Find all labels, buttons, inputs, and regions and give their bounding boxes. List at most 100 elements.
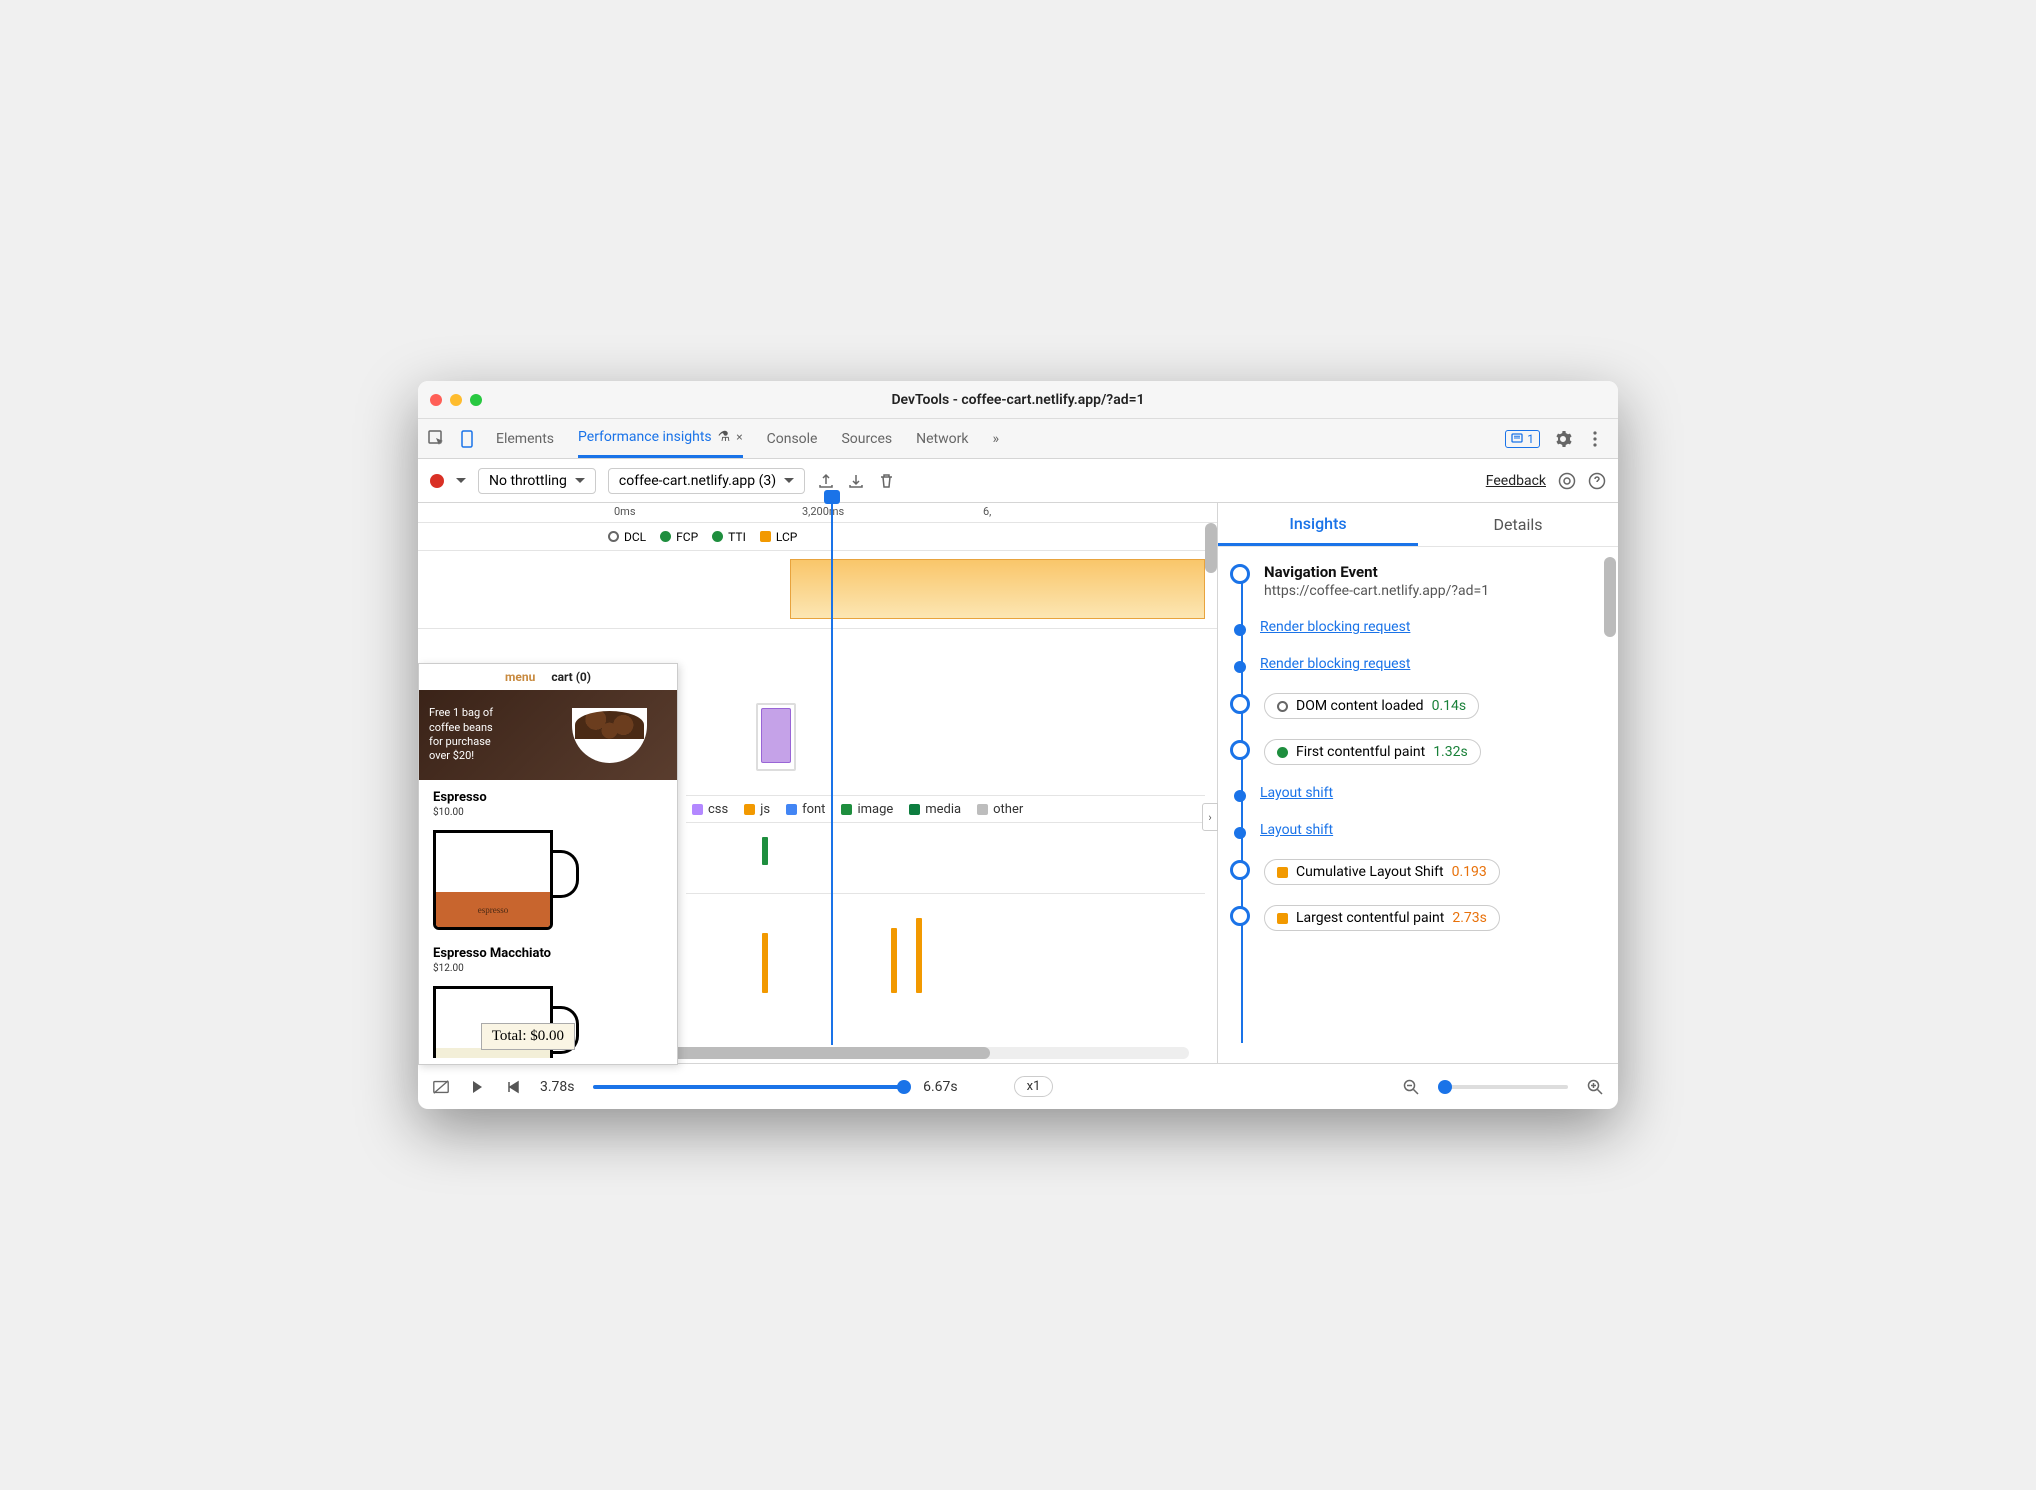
cup-graphic [567,700,667,770]
long-task-block[interactable] [790,559,1205,619]
play-icon[interactable] [468,1078,486,1096]
window-title: DevTools - coffee-cart.netlify.app/?ad=1 [418,392,1618,408]
main-track [418,551,1217,629]
record-button[interactable] [430,474,444,488]
green-dot-icon [660,531,671,542]
insight-dcl[interactable]: DOM content loaded 0.14s [1230,693,1608,719]
settings-gear-icon[interactable] [1554,430,1572,448]
import-icon[interactable] [847,472,865,490]
insight-navigation[interactable]: Navigation Event https://coffee-cart.net… [1230,563,1608,599]
help-icon[interactable] [1588,472,1606,490]
node-circle-icon [1230,740,1250,760]
caret-icon [784,478,794,483]
zoom-level[interactable]: x1 [1014,1076,1054,1097]
green-dot-icon [1277,747,1288,758]
footer-controls: 3.78s 6.67s x1 [418,1063,1618,1109]
tab-performance-insights[interactable]: Performance insights ⚗ × [578,419,743,458]
node-circle-icon [1230,860,1250,880]
node-circle-icon [1230,694,1250,714]
session-select[interactable]: coffee-cart.netlify.app (3) [608,468,805,494]
timeline-line [1241,575,1243,1043]
legend-font: font [786,802,825,817]
disable-screenshot-icon[interactable] [432,1078,450,1096]
insights-tabs: Insights Details [1218,503,1618,547]
preview-product: Espresso $10.00 [419,780,677,824]
green-dot-icon [712,531,723,542]
insight-lcp[interactable]: Largest contentful paint 2.73s [1230,905,1608,931]
insights-list: Navigation Event https://coffee-cart.net… [1218,547,1618,1063]
device-toolbar-icon[interactable] [458,430,476,448]
skip-back-icon[interactable] [504,1078,522,1096]
devtools-tabbar: Elements Performance insights ⚗ × Consol… [418,419,1618,459]
issues-count: 1 [1527,432,1534,446]
ruler-tick: 0ms [614,505,636,518]
tab-console[interactable]: Console [767,419,818,458]
hollow-dot-icon [1277,701,1288,712]
collapse-panel-button[interactable]: › [1202,803,1218,831]
time-slider[interactable] [593,1085,906,1089]
inspect-element-icon[interactable] [428,430,446,448]
legend-js: js [744,802,770,817]
network-waterfall[interactable] [686,823,1205,1045]
legend-image: image [841,802,893,817]
toolbar: No throttling coffee-cart.netlify.app (3… [418,459,1618,503]
node-dot-icon [1234,661,1246,673]
orange-square-icon [1277,913,1288,924]
titlebar: DevTools - coffee-cart.netlify.app/?ad=1 [418,381,1618,419]
legend-media: media [909,802,961,817]
marker-tti: TTI [712,530,746,544]
caret-icon [575,478,585,483]
node-dot-icon [1234,827,1246,839]
time-ruler[interactable]: 0ms 3,200ms 6, [418,503,1217,523]
flask-icon: ⚗ [718,429,731,445]
insight-fcp[interactable]: First contentful paint 1.32s [1230,739,1608,765]
tab-details[interactable]: Details [1418,503,1618,546]
tab-network[interactable]: Network [916,419,968,458]
panel-settings-icon[interactable] [1558,472,1576,490]
timeline-panel: 0ms 3,200ms 6, DCL FCP TTI LCP menu cart [418,503,1218,1063]
ruler-tick: 6, [983,505,991,518]
ruler-tick: 3,200ms [802,505,844,518]
legend-css: css [692,802,728,817]
marker-dcl: DCL [608,530,646,544]
node-circle-icon [1230,564,1250,584]
record-dropdown[interactable] [456,478,466,483]
insight-render-blocking[interactable]: Render blocking request [1230,656,1608,673]
legend-other: other [977,802,1023,817]
delete-icon[interactable] [877,472,895,490]
issues-badge[interactable]: 1 [1505,430,1540,448]
tabs-overflow[interactable]: » [992,419,999,458]
close-tab-icon[interactable]: × [736,430,742,444]
total-label: Total: $0.00 [481,1023,575,1050]
insight-cls[interactable]: Cumulative Layout Shift 0.193 [1230,859,1608,885]
timing-markers: DCL FCP TTI LCP [418,523,1217,551]
mug-graphic: espresso [433,830,583,930]
tab-elements[interactable]: Elements [496,419,554,458]
node-circle-icon [1230,906,1250,926]
kebab-menu-icon[interactable] [1586,430,1604,448]
hollow-dot-icon [608,531,619,542]
screenshot-preview[interactable]: menu cart (0) Free 1 bag of coffee beans… [418,663,678,1065]
export-icon[interactable] [817,472,835,490]
main-body: 0ms 3,200ms 6, DCL FCP TTI LCP menu cart [418,503,1618,1063]
zoom-slider[interactable] [1438,1085,1568,1089]
tab-insights[interactable]: Insights [1218,503,1418,546]
playhead[interactable] [831,503,833,1045]
zoom-out-icon[interactable] [1402,1078,1420,1096]
current-time: 3.78s [540,1079,575,1095]
throttle-select[interactable]: No throttling [478,468,596,494]
insights-panel: Insights Details Navigation Event https:… [1218,503,1618,1063]
resource-legend: css js font image media other [686,795,1205,823]
tab-sources[interactable]: Sources [841,419,892,458]
zoom-in-icon[interactable] [1586,1078,1604,1096]
devtools-window: DevTools - coffee-cart.netlify.app/?ad=1… [418,381,1618,1109]
preview-nav: menu cart (0) [419,664,677,690]
preview-banner: Free 1 bag of coffee beans for purchase … [419,690,677,780]
node-dot-icon [1234,624,1246,636]
filmstrip-thumbnail[interactable] [756,703,796,771]
insight-layout-shift[interactable]: Layout shift [1230,785,1608,802]
feedback-link[interactable]: Feedback [1486,473,1546,489]
marker-lcp: LCP [760,530,797,544]
insight-layout-shift[interactable]: Layout shift [1230,822,1608,839]
insight-render-blocking[interactable]: Render blocking request [1230,619,1608,636]
